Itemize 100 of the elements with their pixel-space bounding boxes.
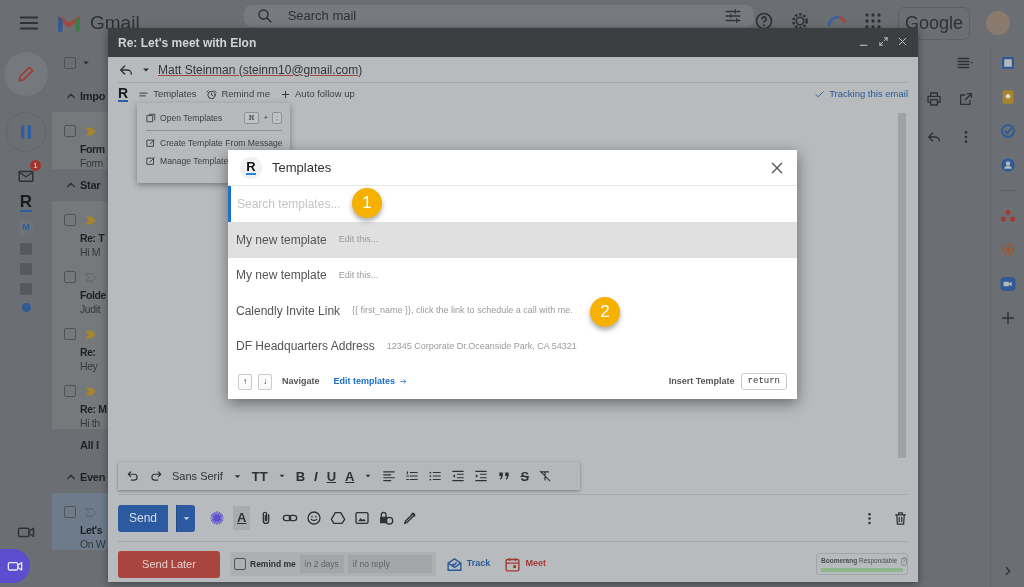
addon-link[interactable]: Auto follow up: [295, 86, 355, 102]
tracking-status[interactable]: Tracking this email: [829, 86, 908, 102]
undo-icon[interactable]: [126, 469, 140, 483]
scrollbar[interactable]: [898, 113, 906, 458]
clear-formatting-icon[interactable]: [538, 469, 553, 483]
email-row[interactable]: Re: Hey: [52, 315, 108, 372]
edit-icon[interactable]: [146, 138, 156, 148]
video-icon[interactable]: [998, 275, 1017, 293]
send-button[interactable]: Send: [118, 504, 168, 532]
menu-item[interactable]: Manage Template: [160, 154, 229, 168]
track-link[interactable]: Track: [466, 557, 491, 571]
template-preview: {{ first_name }}, click the link to schedule a call with me.: [352, 304, 573, 317]
addon-link[interactable]: Remind me: [221, 86, 270, 102]
email-snippet: Hey: [80, 359, 98, 372]
email-subject: Re: M: [80, 402, 107, 416]
section-title[interactable]: All I: [80, 436, 99, 454]
emoji-icon[interactable]: [306, 510, 323, 526]
search-field[interactable]: Search templates...: [237, 193, 345, 215]
email-row[interactable]: Re: M Hi th: [52, 372, 108, 429]
strikethrough-button[interactable]: S: [520, 469, 530, 483]
drive-icon[interactable]: [330, 510, 347, 526]
dots-icon[interactable]: [998, 207, 1017, 225]
send-options-button[interactable]: [176, 504, 195, 532]
redo-icon[interactable]: [149, 469, 163, 483]
reply-icon[interactable]: [926, 129, 942, 145]
email-snippet: Hi M: [80, 245, 100, 258]
hint-label: Navigate: [282, 374, 320, 388]
text-color-button[interactable]: A: [345, 469, 355, 483]
edit-icon[interactable]: [146, 156, 156, 166]
focus-indicator: [228, 186, 231, 222]
envelope-check-icon[interactable]: [445, 555, 463, 573]
sparkle-icon[interactable]: [209, 510, 225, 526]
section-title[interactable]: Star: [80, 176, 101, 194]
select-checkbox[interactable]: [64, 57, 76, 69]
indent-less-icon[interactable]: [451, 469, 466, 483]
apps-icon[interactable]: [863, 11, 882, 30]
underline-button[interactable]: U: [326, 469, 337, 483]
contacts-icon[interactable]: [998, 156, 1017, 174]
email-snippet: Judit: [80, 302, 101, 315]
expand-icon[interactable]: [878, 36, 889, 47]
align-icon[interactable]: [382, 469, 397, 483]
copy-icon[interactable]: [146, 113, 156, 123]
settings-icon[interactable]: [789, 10, 810, 31]
template-name[interactable]: DF Headquarters Address: [236, 337, 375, 356]
from-address[interactable]: Matt Steinman (steinm10@gmail.com): [158, 60, 363, 79]
filter-icon[interactable]: [723, 7, 742, 25]
menu-item[interactable]: Create Template From Message: [160, 136, 283, 150]
arrow-icon: [399, 377, 409, 386]
font-dropdown[interactable]: Sans Serif: [172, 467, 223, 485]
email-row[interactable]: Form Form: [52, 112, 108, 169]
edit-templates-link[interactable]: Edit templates: [333, 374, 409, 389]
help-icon[interactable]: [753, 10, 774, 31]
email-subject: Let's: [80, 523, 103, 537]
condition-field[interactable]: if no reply: [347, 554, 432, 574]
template-name[interactable]: Calendly Invite Link: [236, 301, 341, 320]
addon-logo[interactable]: R: [118, 86, 129, 102]
text-size-button[interactable]: TT: [251, 469, 268, 483]
email-row[interactable]: Re: T Hi M: [52, 201, 108, 258]
template-preview: Edit this...: [338, 233, 379, 246]
add-icon[interactable]: [280, 88, 291, 100]
section-title[interactable]: Even: [80, 468, 106, 486]
bulleted-list-icon[interactable]: [428, 469, 443, 483]
trash-icon[interactable]: [893, 510, 908, 526]
template-row[interactable]: My new template Edit this...: [228, 222, 797, 258]
print-icon[interactable]: [926, 91, 942, 107]
email-subject: Re: T: [80, 231, 105, 245]
email-snippet: Hi th: [80, 416, 100, 429]
formatting-toggle[interactable]: A: [233, 506, 251, 530]
italic-button[interactable]: I: [314, 469, 318, 483]
hint-label: Insert Template: [668, 374, 735, 388]
send-later-button[interactable]: Send Later: [118, 550, 220, 578]
clock-icon[interactable]: [206, 88, 218, 100]
search-field[interactable]: Search mail: [243, 5, 754, 27]
section-title[interactable]: Impo: [80, 87, 106, 105]
template-name[interactable]: My new template: [236, 230, 327, 249]
search-icon[interactable]: [255, 7, 274, 25]
email-row[interactable]: Let's On W: [52, 493, 108, 550]
template-preview: Edit this...: [338, 268, 379, 282]
app-tile[interactable]: [21, 303, 31, 313]
addon-logo[interactable]: R: [19, 192, 33, 212]
menu-item[interactable]: Open Templates: [160, 111, 223, 125]
open-in-new-icon[interactable]: [958, 91, 974, 107]
numbered-list-icon[interactable]: [405, 469, 420, 483]
bold-button[interactable]: B: [295, 469, 306, 483]
dialog-title: Templates: [272, 158, 332, 177]
photo-icon[interactable]: [354, 510, 371, 526]
meet-link[interactable]: Meet: [525, 557, 546, 571]
indent-more-icon[interactable]: [474, 469, 489, 483]
video-call-button[interactable]: [0, 549, 30, 583]
email-subject: Form: [80, 142, 105, 156]
email-row[interactable]: Folde Judit: [52, 258, 108, 315]
key-cap: return: [740, 372, 787, 391]
calendar-icon[interactable]: [504, 555, 522, 573]
template-name[interactable]: My new template: [236, 266, 327, 285]
addon-link[interactable]: Templates: [153, 86, 197, 102]
remind-checkbox[interactable]: [234, 558, 246, 570]
email-snippet: On W: [80, 537, 106, 550]
check-icon: [814, 88, 826, 100]
lock-clock-icon[interactable]: [378, 510, 395, 526]
close-icon[interactable]: [897, 36, 908, 47]
